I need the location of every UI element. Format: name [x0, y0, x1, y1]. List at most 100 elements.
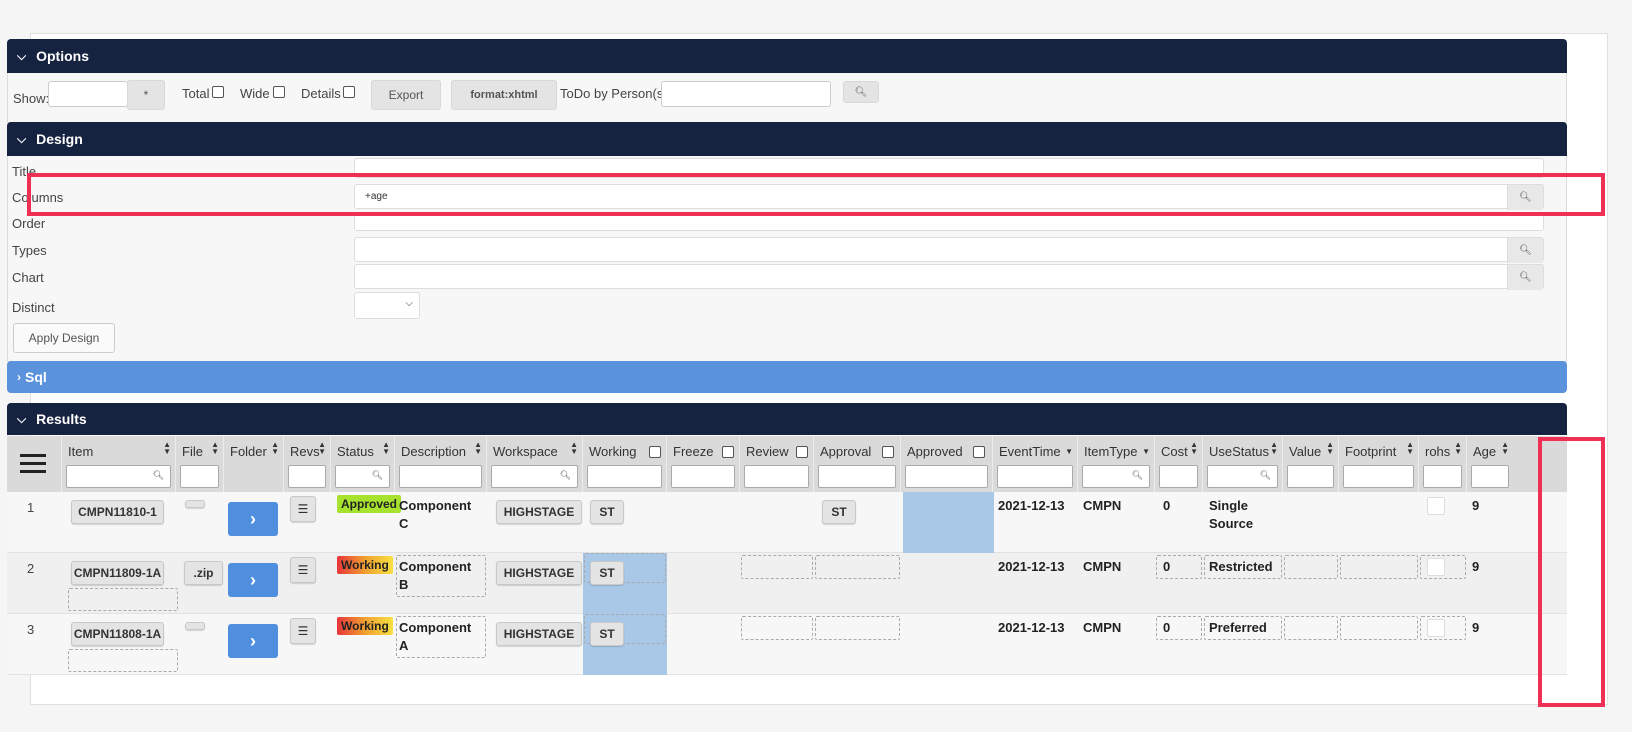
sort-icon[interactable]: ▲ ▼ — [271, 441, 279, 456]
columns-input[interactable]: +age 🔍︎ — [354, 184, 1544, 210]
usestatus-filter[interactable]: 🔍︎ — [1207, 465, 1278, 488]
title-input[interactable] — [354, 158, 1544, 178]
footprint-edit-field[interactable] — [1340, 555, 1418, 579]
export-button[interactable]: Export — [371, 80, 441, 110]
options-header[interactable]: ⌵ Options — [7, 39, 1567, 73]
value-edit-field[interactable] — [1284, 616, 1338, 640]
approval-button[interactable]: ST — [822, 500, 856, 524]
distinct-select[interactable]: ⌵ — [354, 292, 420, 319]
sort-icon[interactable]: ▲ ▼ — [211, 441, 219, 456]
col-cost[interactable]: Cost ▲ ▼ — [1155, 436, 1203, 492]
col-rohs[interactable]: rohs ▲ ▼ — [1419, 436, 1467, 492]
working-checkbox[interactable] — [649, 446, 661, 458]
eventtime-filter[interactable] — [997, 465, 1073, 488]
sort-icon[interactable]: ▲ ▼ — [382, 441, 390, 456]
types-input[interactable]: 🔍︎ — [354, 237, 1544, 263]
sort-desc-icon[interactable]: ▼ — [1142, 448, 1150, 456]
chart-input[interactable]: 🔍︎ — [354, 264, 1544, 290]
sort-icon[interactable]: ▲ ▼ — [318, 441, 326, 456]
footprint-filter[interactable] — [1343, 465, 1414, 488]
col-folder[interactable]: Folder ▲ ▼ — [224, 436, 284, 492]
todo-search-button[interactable]: 🔍︎ — [843, 81, 879, 103]
workspace-button[interactable]: HIGHSTAGE — [496, 500, 582, 524]
col-revs[interactable]: Revs ▲ ▼ — [284, 436, 331, 492]
folder-button[interactable]: › — [228, 502, 278, 536]
col-freeze[interactable]: Freeze — [667, 436, 740, 492]
description-filter[interactable] — [399, 465, 482, 488]
col-approval[interactable]: Approval — [814, 436, 901, 492]
details-checkbox[interactable] — [343, 86, 355, 98]
todo-input[interactable] — [661, 81, 831, 107]
sort-icon[interactable]: ▲ ▼ — [163, 441, 171, 456]
rohs-checkbox[interactable] — [1427, 497, 1445, 515]
value-filter[interactable] — [1287, 465, 1334, 488]
freeze-checkbox[interactable] — [722, 446, 734, 458]
sort-desc-icon[interactable]: ▼ — [1065, 448, 1073, 456]
col-description[interactable]: Description ▲ ▼ — [395, 436, 487, 492]
order-input[interactable] — [354, 213, 1544, 231]
types-search-button[interactable]: 🔍︎ — [1507, 238, 1543, 263]
rohs-checkbox[interactable] — [1427, 558, 1445, 576]
sort-icon[interactable]: ▲ ▼ — [570, 441, 578, 456]
workspace-button[interactable]: HIGHSTAGE — [496, 561, 582, 585]
approval-edit-field[interactable] — [815, 616, 900, 640]
approval-checkbox[interactable] — [882, 446, 894, 458]
status-filter[interactable]: 🔍︎ — [335, 465, 390, 488]
item-button[interactable]: CMPN11809-1A — [71, 561, 164, 585]
item-edit-field[interactable] — [68, 588, 178, 611]
rohs-checkbox[interactable] — [1427, 619, 1445, 637]
results-header[interactable]: ⌵ Results — [7, 403, 1567, 435]
working-filter[interactable] — [587, 465, 662, 488]
file-filter[interactable] — [180, 465, 219, 488]
wide-checkbox[interactable] — [273, 86, 285, 98]
sql-header[interactable]: › Sql — [7, 361, 1567, 393]
working-button[interactable]: ST — [590, 622, 624, 646]
columns-search-button[interactable]: 🔍︎ — [1507, 185, 1543, 210]
sort-icon[interactable]: ▲ ▼ — [1190, 441, 1198, 456]
format-button[interactable]: format:xhtml — [451, 80, 557, 110]
folder-button[interactable]: › — [228, 624, 278, 658]
sort-icon[interactable]: ▲ ▼ — [1406, 441, 1414, 456]
sort-icon[interactable]: ▲ ▼ — [474, 441, 482, 456]
revs-button[interactable]: ☰ — [290, 618, 316, 644]
footprint-edit-field[interactable] — [1340, 616, 1418, 640]
age-filter[interactable] — [1471, 465, 1509, 488]
review-filter[interactable] — [744, 465, 809, 488]
workspace-button[interactable]: HIGHSTAGE — [496, 622, 582, 646]
item-button[interactable]: CMPN11810-1 — [71, 500, 164, 524]
col-workspace[interactable]: Workspace ▲ ▼ 🔍︎ — [487, 436, 583, 492]
workspace-filter[interactable]: 🔍︎ — [491, 465, 578, 488]
col-value[interactable]: Value ▲ ▼ — [1283, 436, 1339, 492]
col-footprint[interactable]: Footprint ▲ ▼ — [1339, 436, 1419, 492]
col-item[interactable]: Item ▲ ▼ 🔍︎ — [62, 436, 176, 492]
approved-checkbox[interactable] — [973, 446, 985, 458]
approval-filter[interactable] — [818, 465, 896, 488]
file-button[interactable]: .zip — [184, 561, 223, 585]
apply-design-button[interactable]: Apply Design — [13, 323, 115, 353]
revs-button[interactable]: ☰ — [290, 557, 316, 583]
revs-button[interactable]: ☰ — [290, 496, 316, 522]
show-all-button[interactable]: * — [127, 80, 165, 110]
review-edit-field[interactable] — [741, 555, 813, 579]
review-edit-field[interactable] — [741, 616, 813, 640]
design-header[interactable]: ⌵ Design — [7, 122, 1567, 156]
sort-icon[interactable]: ▲ ▼ — [1270, 441, 1278, 456]
rohs-filter[interactable] — [1423, 465, 1462, 488]
col-file[interactable]: File ▲ ▼ — [176, 436, 224, 492]
col-itemtype[interactable]: ItemType ▼ 🔍︎ — [1078, 436, 1155, 492]
file-button[interactable] — [185, 500, 205, 508]
col-eventtime[interactable]: EventTime ▼ — [993, 436, 1078, 492]
col-status[interactable]: Status ▲ ▼ 🔍︎ — [331, 436, 395, 492]
col-usestatus[interactable]: UseStatus ▲ ▼ 🔍︎ — [1203, 436, 1283, 492]
sort-icon[interactable]: ▲ ▼ — [1326, 441, 1334, 456]
revs-filter[interactable] — [288, 465, 326, 488]
cost-filter[interactable] — [1159, 465, 1198, 488]
itemtype-filter[interactable]: 🔍︎ — [1082, 465, 1150, 488]
approval-edit-field[interactable] — [815, 555, 900, 579]
sort-icon[interactable]: ▲ ▼ — [1501, 441, 1509, 456]
table-menu[interactable] — [7, 436, 62, 492]
sort-icon[interactable]: ▲ ▼ — [1454, 441, 1462, 456]
working-button[interactable]: ST — [590, 561, 624, 585]
working-button[interactable]: ST — [590, 500, 624, 524]
item-filter[interactable]: 🔍︎ — [66, 465, 171, 488]
